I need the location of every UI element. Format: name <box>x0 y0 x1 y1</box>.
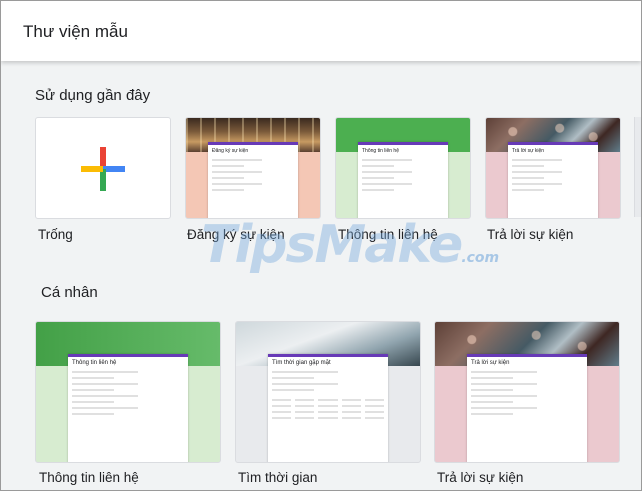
form-preview-title: Tìm thời gian gặp mặt <box>272 360 331 366</box>
page-title: Thư viện mẫu <box>23 22 128 41</box>
template-label-contact-info-personal[interactable]: Thông tin liên hệ <box>39 470 139 485</box>
form-preview-title: Đăng ký sự kiện <box>212 148 249 154</box>
watermark-logo: TipsMake.com <box>201 215 500 275</box>
template-card-event-registration[interactable]: Đăng ký sự kiện <box>185 117 321 219</box>
template-label-event-rsvp-personal[interactable]: Trả lời sự kiện <box>437 470 523 485</box>
template-card-find-time[interactable]: Tìm thời gian gặp mặt <box>235 321 421 463</box>
section-title-personal: Cá nhân <box>41 284 98 301</box>
gallery-header: Thư viện mẫu <box>1 1 641 61</box>
form-preview-title: Thông tin liên hệ <box>72 360 117 366</box>
form-preview: Thông tin liên hệ <box>358 142 448 218</box>
template-card-contact-info-personal[interactable]: Thông tin liên hệ <box>35 321 221 463</box>
template-gallery: Thư viện mẫu Sử dụng gần đây Trống Đăng … <box>0 0 642 491</box>
template-card-event-rsvp-personal[interactable]: Trả lời sự kiện <box>434 321 620 463</box>
next-template-card-peek[interactable] <box>634 117 641 217</box>
schedule-grid-preview <box>268 395 388 423</box>
template-label-find-time[interactable]: Tìm thời gian <box>238 470 317 485</box>
template-card-contact-info[interactable]: Thông tin liên hệ <box>335 117 471 219</box>
form-preview-title: Trả lời sự kiện <box>512 148 545 154</box>
form-preview: Trả lời sự kiện <box>508 142 598 218</box>
form-preview-title: Thông tin liên hệ <box>362 148 399 154</box>
template-label-blank[interactable]: Trống <box>38 227 73 242</box>
template-card-event-rsvp[interactable]: Trả lời sự kiện <box>485 117 621 219</box>
plus-icon <box>81 147 125 191</box>
form-preview: Trả lời sự kiện <box>467 354 587 462</box>
form-preview-title: Trả lời sự kiện <box>471 360 510 366</box>
template-label-event-rsvp[interactable]: Trả lời sự kiện <box>487 227 573 242</box>
section-title-recent: Sử dụng gần đây <box>35 87 151 104</box>
form-preview: Đăng ký sự kiện <box>208 142 298 218</box>
form-preview: Tìm thời gian gặp mặt <box>268 354 388 462</box>
form-preview: Thông tin liên hệ <box>68 354 188 462</box>
template-card-blank[interactable] <box>35 117 171 219</box>
